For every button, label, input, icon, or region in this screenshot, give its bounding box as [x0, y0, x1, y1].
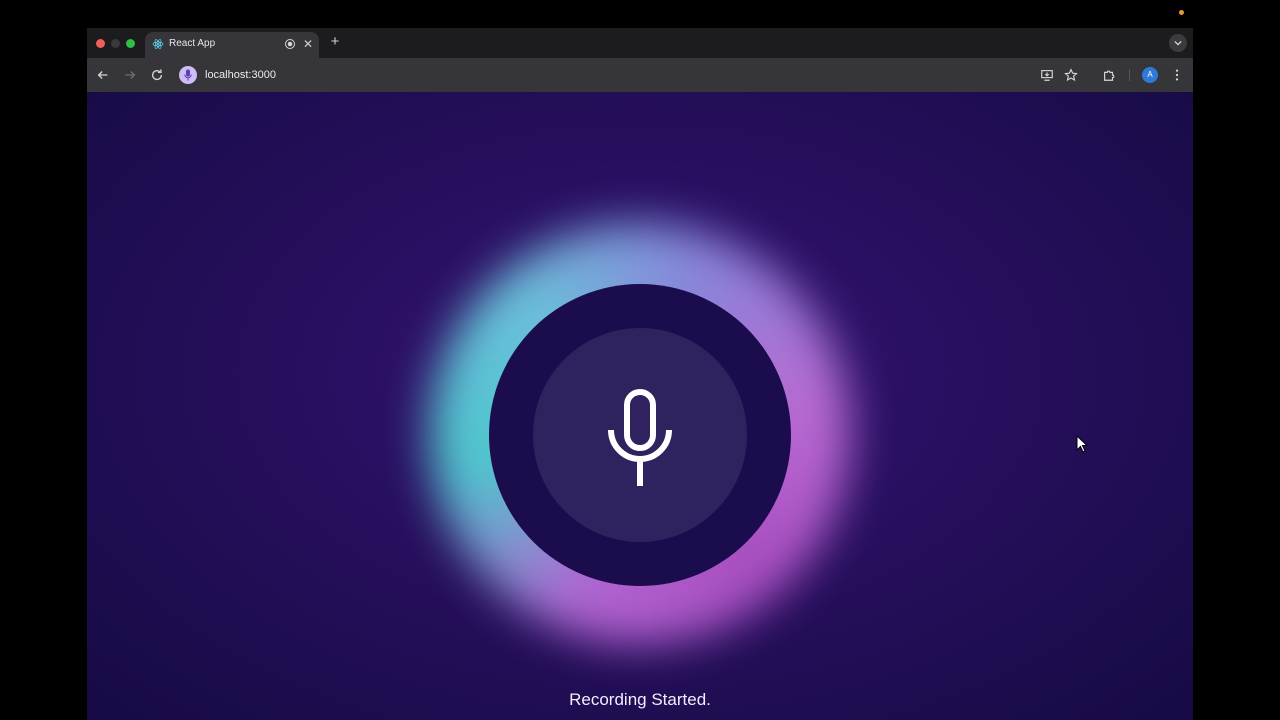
- window-maximize-button[interactable]: [126, 39, 135, 48]
- toolbar-divider: [1129, 69, 1130, 81]
- star-icon[interactable]: [1064, 68, 1078, 82]
- tab-strip: React App ✕ +: [87, 28, 1193, 58]
- browser-toolbar: localhost:3000 A: [87, 58, 1193, 92]
- url-text: localhost:3000: [205, 69, 276, 81]
- microphone-icon[interactable]: [607, 388, 673, 488]
- tab-react-app[interactable]: React App ✕: [145, 32, 319, 58]
- react-logo-icon: [152, 39, 164, 49]
- chevron-down-icon: [1174, 40, 1182, 46]
- tab-search-button[interactable]: [1169, 34, 1187, 52]
- tab-title: React App: [169, 38, 216, 49]
- app-viewport: Recording Started.: [87, 92, 1193, 720]
- browser-window: React App ✕ + localhost:3000 A Recording…: [87, 28, 1193, 720]
- tab-close-button[interactable]: ✕: [301, 37, 315, 51]
- recording-indicator-dot: [1179, 10, 1184, 15]
- reload-icon[interactable]: [150, 68, 164, 82]
- window-close-button[interactable]: [96, 39, 105, 48]
- kebab-menu-icon[interactable]: [1170, 68, 1184, 82]
- arrow-right-icon[interactable]: [123, 68, 137, 82]
- address-bar[interactable]: localhost:3000: [177, 62, 1127, 88]
- puzzle-icon[interactable]: [1102, 68, 1116, 82]
- profile-avatar[interactable]: A: [1142, 67, 1158, 83]
- arrow-left-icon[interactable]: [96, 68, 110, 82]
- microphone-icon: [184, 69, 192, 81]
- site-info-button[interactable]: [179, 66, 197, 84]
- new-tab-button[interactable]: +: [327, 34, 343, 50]
- mouse-cursor-icon: [1076, 435, 1088, 453]
- window-minimize-button[interactable]: [111, 39, 120, 48]
- install-app-icon[interactable]: [1040, 68, 1054, 82]
- recording-status-text: Recording Started.: [569, 690, 711, 709]
- audio-recording-icon[interactable]: [284, 38, 296, 50]
